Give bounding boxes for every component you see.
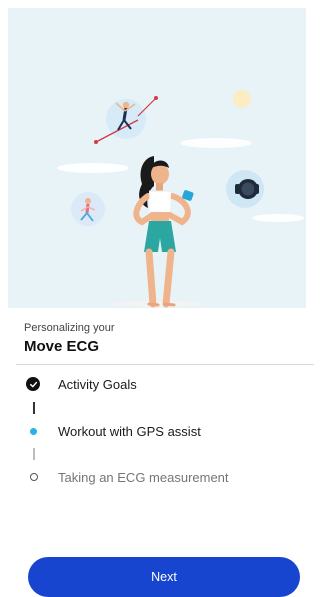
step-label: Workout with GPS assist bbox=[58, 423, 201, 439]
woman-with-smartwatch-illustration bbox=[8, 8, 306, 308]
running-woman-bubble bbox=[71, 192, 105, 226]
next-button[interactable]: Next bbox=[28, 557, 300, 597]
step-label: Activity Goals bbox=[58, 376, 137, 392]
step-connector bbox=[33, 448, 35, 460]
check-icon bbox=[26, 377, 40, 391]
step-connector bbox=[33, 402, 35, 414]
sun-icon bbox=[233, 90, 251, 108]
onboarding-subtitle: Personalizing your bbox=[24, 322, 115, 334]
page-title: Move ECG bbox=[24, 338, 100, 355]
step-label: Taking an ECG measurement bbox=[58, 469, 229, 485]
pending-step-dot-icon bbox=[30, 473, 38, 481]
smartwatch-bubble bbox=[226, 170, 264, 208]
hero-illustration bbox=[8, 8, 306, 308]
active-step-dot-icon bbox=[30, 427, 37, 435]
onboarding-screen: Personalizing your Move ECG Activity Goa… bbox=[0, 0, 314, 597]
divider bbox=[16, 364, 314, 365]
